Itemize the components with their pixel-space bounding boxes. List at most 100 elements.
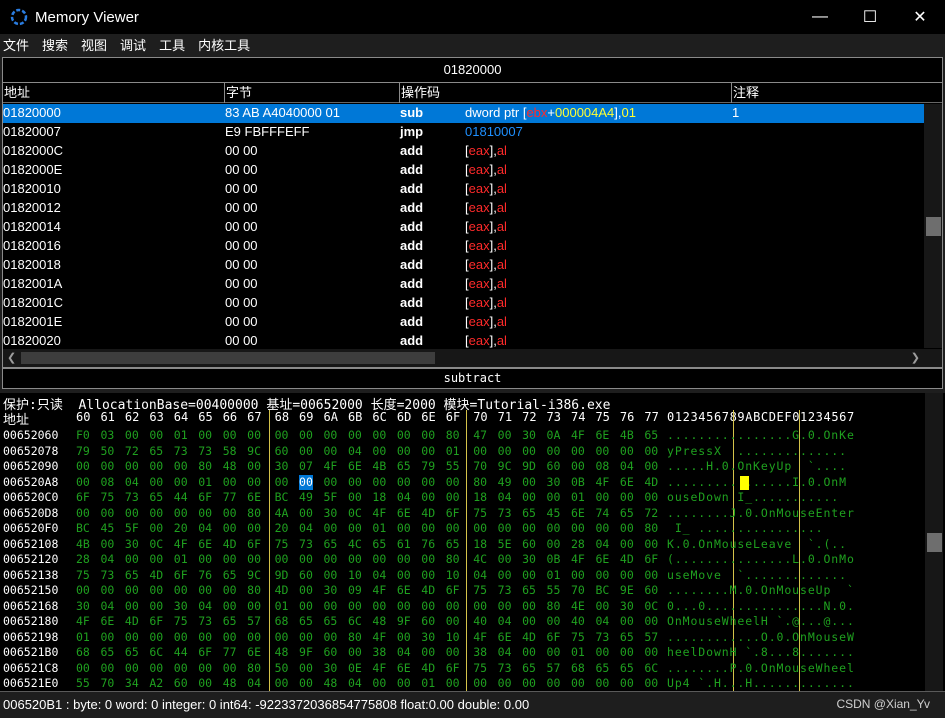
hex-byte[interactable]: 0C (348, 506, 362, 521)
hex-byte[interactable]: 55 (446, 459, 460, 474)
hex-byte[interactable]: 4D (125, 614, 139, 629)
hex-byte[interactable]: 01 (372, 521, 386, 536)
hex-row[interactable]: 00652060 F0 03 00 00 01 00 00 00 00 00 00 00 00 00 00 80… (0, 428, 925, 444)
hex-byte[interactable]: 68 (275, 614, 289, 629)
hex-byte[interactable]: 73 (198, 444, 212, 459)
hex-byte[interactable]: 00 (299, 428, 313, 443)
hex-row[interactable]: 00652108 4B 00 30 0C 4F 6E 4D 6F 75 73 65 4C 65 61 76 65… (0, 537, 925, 553)
hex-byte[interactable]: 10 (446, 568, 460, 583)
hex-byte[interactable]: 00 (174, 475, 188, 490)
hex-byte[interactable]: 00 (421, 568, 435, 583)
hex-byte[interactable]: 00 (595, 521, 609, 536)
hex-byte[interactable]: 04 (473, 568, 487, 583)
hex-byte[interactable]: 00 (125, 599, 139, 614)
hex-byte[interactable]: 04 (198, 599, 212, 614)
hex-row-ascii[interactable]: ouseDown I_........... (667, 490, 839, 505)
hex-byte[interactable]: 00 (644, 676, 658, 691)
hex-byte[interactable]: 00 (198, 506, 212, 521)
hex-byte[interactable]: 00 (473, 521, 487, 536)
hex-byte[interactable]: 65 (620, 506, 634, 521)
hex-byte[interactable]: 60 (275, 444, 289, 459)
hex-byte[interactable]: 04 (595, 614, 609, 629)
hex-byte[interactable]: 00 (498, 599, 512, 614)
column-comment[interactable]: 注释 (732, 83, 942, 103)
hex-byte[interactable]: 65 (595, 661, 609, 676)
hex-byte[interactable]: 00 (100, 630, 114, 645)
hex-row-ascii[interactable]: useMove `............. (667, 568, 847, 583)
hex-row[interactable]: 006521B0 68 65 65 6C 44 6F 77 6E 48 9F 60 00 38 04 00 00… (0, 645, 925, 661)
hex-byte[interactable]: 6F (446, 506, 460, 521)
hex-byte[interactable]: 00 (446, 490, 460, 505)
hex-byte[interactable]: 04 (595, 537, 609, 552)
hex-byte[interactable]: 00 (324, 552, 338, 567)
hex-byte[interactable]: 0B (547, 552, 561, 567)
hex-byte[interactable]: 00 (275, 676, 289, 691)
hex-byte[interactable]: 75 (174, 614, 188, 629)
hex-byte[interactable]: 80 (247, 661, 261, 676)
hex-byte[interactable]: 30 (421, 630, 435, 645)
hex-row[interactable]: 006520C0 6F 75 73 65 44 6F 77 6E BC 49 5F 00 18 04 00 00… (0, 490, 925, 506)
hex-byte[interactable]: 04 (100, 552, 114, 567)
hex-byte[interactable]: 00 (620, 490, 634, 505)
hex-byte[interactable]: 00 (324, 475, 338, 490)
hex-byte[interactable]: 48 (223, 459, 237, 474)
hex-byte[interactable]: 30 (522, 552, 536, 567)
hex-byte[interactable]: 00 (324, 521, 338, 536)
hex-byte[interactable]: 00 (571, 676, 585, 691)
hex-byte[interactable]: 00 (149, 428, 163, 443)
disassembler-vscroll[interactable] (924, 104, 942, 348)
menu-tools[interactable]: 工具 (159, 35, 185, 54)
hex-byte[interactable]: 00 (547, 537, 561, 552)
hex-row[interactable]: 00652168 30 04 00 00 30 04 00 00 01 00 00 00 00 00 00 00… (0, 599, 925, 615)
hex-byte[interactable]: 00 (595, 490, 609, 505)
hex-byte[interactable]: 4F (174, 537, 188, 552)
hex-row-ascii[interactable]: ........J.0.OnMouseEnter (667, 506, 855, 521)
hex-byte[interactable]: 00 (571, 444, 585, 459)
hex-byte[interactable]: 00 (247, 475, 261, 490)
hex-byte[interactable]: 00 (100, 506, 114, 521)
hex-byte[interactable]: 65 (522, 506, 536, 521)
hex-byte[interactable]: 00 (149, 661, 163, 676)
hex-byte[interactable]: 00 (324, 599, 338, 614)
hex-byte[interactable]: 6E (198, 537, 212, 552)
hex-byte[interactable]: 4F (571, 552, 585, 567)
hex-byte[interactable]: 04 (247, 676, 261, 691)
hex-byte[interactable]: 01 (571, 645, 585, 660)
hex-byte[interactable]: 00 (149, 459, 163, 474)
hex-byte[interactable]: 00 (100, 583, 114, 598)
hex-byte[interactable]: 00 (275, 428, 289, 443)
hex-byte[interactable]: 9C (247, 568, 261, 583)
hex-byte[interactable]: 00 (446, 521, 460, 536)
hex-byte[interactable]: 08 (595, 459, 609, 474)
hex-byte[interactable]: 00 (247, 428, 261, 443)
hex-byte[interactable]: 28 (571, 537, 585, 552)
hex-byte[interactable]: 4D (620, 552, 634, 567)
hex-byte[interactable]: 00 (446, 676, 460, 691)
hex-byte[interactable]: 72 (644, 506, 658, 521)
hex-byte[interactable]: 00 (620, 614, 634, 629)
hex-byte[interactable]: 00 (620, 537, 634, 552)
hex-byte[interactable]: 00 (299, 599, 313, 614)
disassembler-row[interactable]: 0182000C 00 00 add [eax],al (3, 142, 924, 161)
hex-byte[interactable]: 00 (125, 506, 139, 521)
hex-byte[interactable]: 6E (100, 614, 114, 629)
hex-byte[interactable]: 65 (149, 444, 163, 459)
hex-row[interactable]: 006520A8 00 08 04 00 00 01 00 00 00 00 00 00 00 00 00 00… (0, 474, 925, 491)
hex-byte[interactable]: 00 (421, 552, 435, 567)
hex-byte[interactable]: 6F (446, 661, 460, 676)
hex-byte[interactable]: 65 (644, 428, 658, 443)
hex-row-ascii[interactable]: yPressX .............. (667, 444, 847, 459)
hex-byte[interactable]: 00 (397, 444, 411, 459)
hex-byte[interactable]: 00 (348, 428, 362, 443)
hex-byte[interactable]: 00 (571, 459, 585, 474)
hex-byte[interactable]: 50 (275, 661, 289, 676)
hex-byte[interactable]: 00 (372, 475, 386, 490)
hex-byte[interactable]: 00 (324, 444, 338, 459)
hex-byte[interactable]: 01 (446, 444, 460, 459)
hex-row[interactable]: 00652150 00 00 00 00 00 00 00 80 4D 00 30 09 4F 6E 4D 6F… (0, 583, 925, 599)
hex-byte[interactable]: 00 (644, 490, 658, 505)
hex-byte[interactable]: BC (595, 583, 609, 598)
hex-byte[interactable]: 9C (247, 444, 261, 459)
hex-row[interactable]: 00652090 00 00 00 00 00 80 48 00 30 07 4F 6E 4B 65 79 55… (0, 459, 925, 475)
hex-byte[interactable]: 00 (100, 537, 114, 552)
